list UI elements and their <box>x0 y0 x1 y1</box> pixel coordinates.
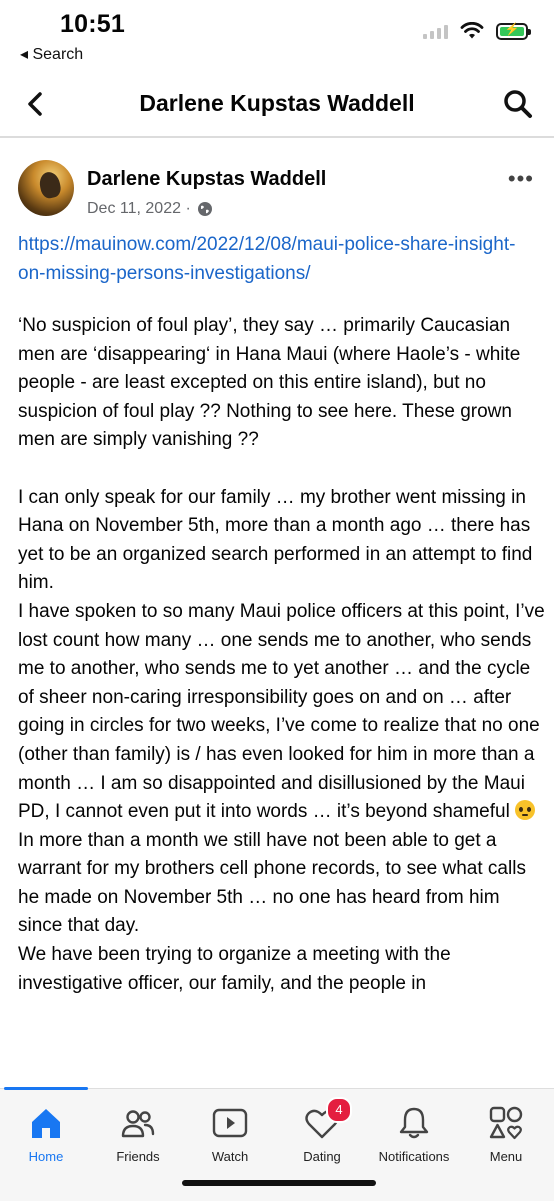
home-indicator[interactable] <box>182 1180 376 1186</box>
bell-icon <box>399 1107 429 1139</box>
watch-icon <box>212 1108 248 1138</box>
friends-icon <box>121 1110 155 1138</box>
back-to-search-link[interactable]: ◂ Search <box>20 44 83 64</box>
nav-notifications-label: Notifications <box>378 1149 450 1164</box>
post-link[interactable]: https://mauinow.com/2022/12/08/maui-poli… <box>18 230 536 288</box>
globe-icon <box>197 202 212 216</box>
nav-watch-label: Watch <box>211 1149 249 1164</box>
post-date[interactable]: Dec 11, 2022 · <box>87 200 191 218</box>
status-icons: ⚡ <box>423 22 531 40</box>
battery-icon: ⚡ <box>496 22 531 40</box>
status-time: 10:51 <box>60 10 125 38</box>
nav-home[interactable]: Home <box>0 1103 92 1164</box>
nav-watch[interactable]: Watch <box>184 1103 276 1164</box>
nav-dating[interactable]: 4 Dating <box>276 1097 368 1164</box>
author-avatar[interactable] <box>18 160 74 216</box>
status-bar: 10:51 ◂ Search ⚡ <box>0 0 554 72</box>
avatar-image <box>37 170 63 200</box>
post-meta: Dec 11, 2022 · <box>87 200 213 218</box>
post-body-text: ‘No suspicion of foul play’, they say … … <box>18 315 545 823</box>
app-header: Darlene Kupstas Waddell <box>0 72 554 138</box>
nav-home-label: Home <box>28 1149 64 1164</box>
post-body-continued: In more than a month we still have not b… <box>18 829 526 994</box>
post: Darlene Kupstas Waddell Dec 11, 2022 · •… <box>0 140 554 1120</box>
nav-menu-label: Menu <box>489 1149 523 1164</box>
pleading-face-emoji-icon <box>515 800 536 821</box>
nav-dating-label: Dating <box>303 1149 341 1164</box>
nav-friends[interactable]: Friends <box>92 1103 184 1164</box>
post-body: ‘No suspicion of foul play’, they say … … <box>18 312 546 998</box>
wifi-icon <box>460 22 484 39</box>
cellular-signal-icon <box>423 23 448 39</box>
search-icon <box>504 90 532 118</box>
nav-notifications[interactable]: Notifications <box>368 1103 460 1164</box>
dating-badge: 4 <box>326 1097 352 1123</box>
page-title: Darlene Kupstas Waddell <box>139 90 415 116</box>
search-button[interactable] <box>500 86 536 122</box>
nav-menu[interactable]: Menu <box>460 1103 552 1164</box>
post-author[interactable]: Darlene Kupstas Waddell <box>87 168 326 191</box>
active-tab-indicator <box>4 1087 88 1090</box>
home-icon <box>32 1109 60 1138</box>
more-options-button[interactable]: ••• <box>508 166 534 192</box>
nav-friends-label: Friends <box>116 1149 160 1164</box>
menu-icon <box>489 1106 523 1140</box>
